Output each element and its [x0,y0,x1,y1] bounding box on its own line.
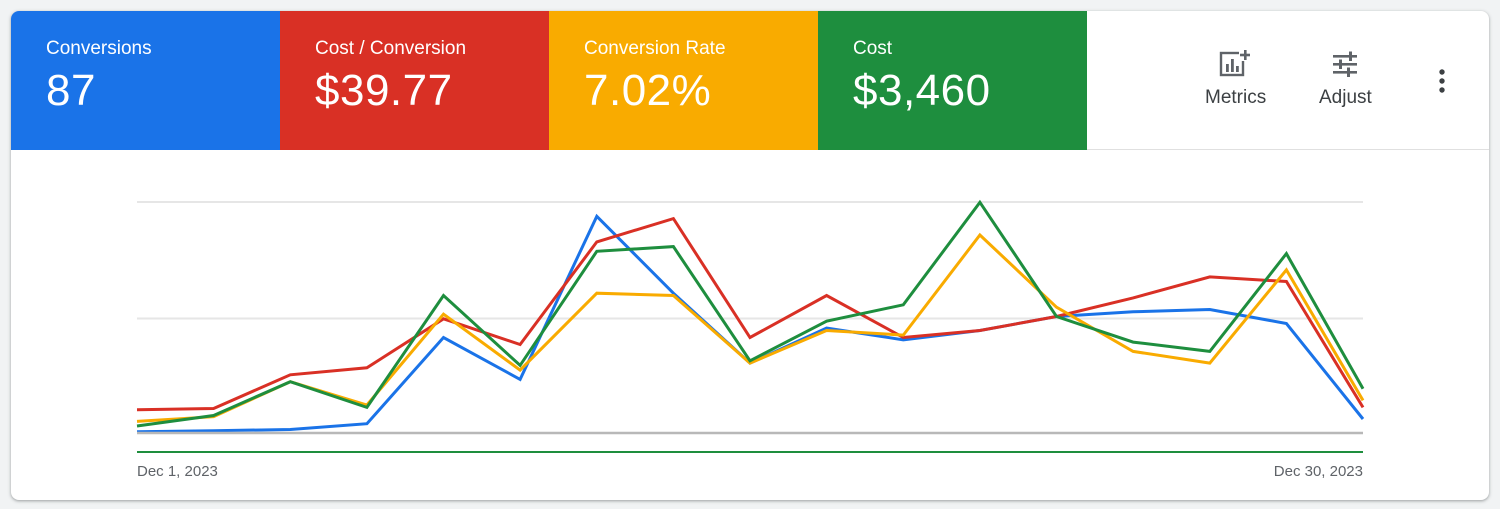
x-tick-end: Dec 30, 2023 [1274,463,1363,480]
scorecard-conversion-rate[interactable]: Conversion Rate 7.02% [549,11,818,150]
series-line-1 [136,216,1365,412]
x-tick-start: Dec 1, 2023 [137,463,218,480]
adjust-label: Adjust [1319,87,1372,108]
line-chart: Dec 1, 2023 Dec 30, 2023 [11,150,1489,500]
scorecard-row: Conversions 87 Cost / Conversion $39.77 … [11,11,1087,150]
metrics-button[interactable]: Metrics [1205,49,1266,109]
tune-icon [1333,51,1358,77]
scorecard-label: Cost / Conversion [315,38,467,59]
scorecard-cost[interactable]: Cost $3,460 [818,11,1087,150]
line-chart-svg: Dec 1, 2023 Dec 30, 2023 [136,199,1365,480]
scorecard-conversions[interactable]: Conversions 87 [11,11,280,150]
scorecard-value: 7.02% [584,66,712,115]
metrics-label: Metrics [1205,87,1267,108]
scorecard-value: 87 [46,66,96,115]
scorecard-label: Conversion Rate [584,38,726,59]
scorecard-label: Conversions [46,38,152,59]
scorecard-value: $3,460 [853,66,991,115]
more-vert-icon [1439,69,1445,93]
add-chart-icon [1219,49,1251,77]
series-line-0 [136,213,1365,434]
scorecard-label: Cost [853,38,893,59]
series-line-3 [136,199,1365,428]
chart-toolbar: Metrics Adjust [1087,11,1489,150]
scorecard-value: $39.77 [315,66,453,115]
adjust-button[interactable]: Adjust [1319,49,1372,109]
scorecard-cost-per-conversion[interactable]: Cost / Conversion $39.77 [280,11,549,150]
performance-card: Conversions 87 Cost / Conversion $39.77 … [11,11,1489,500]
more-options-button[interactable] [1432,67,1452,97]
